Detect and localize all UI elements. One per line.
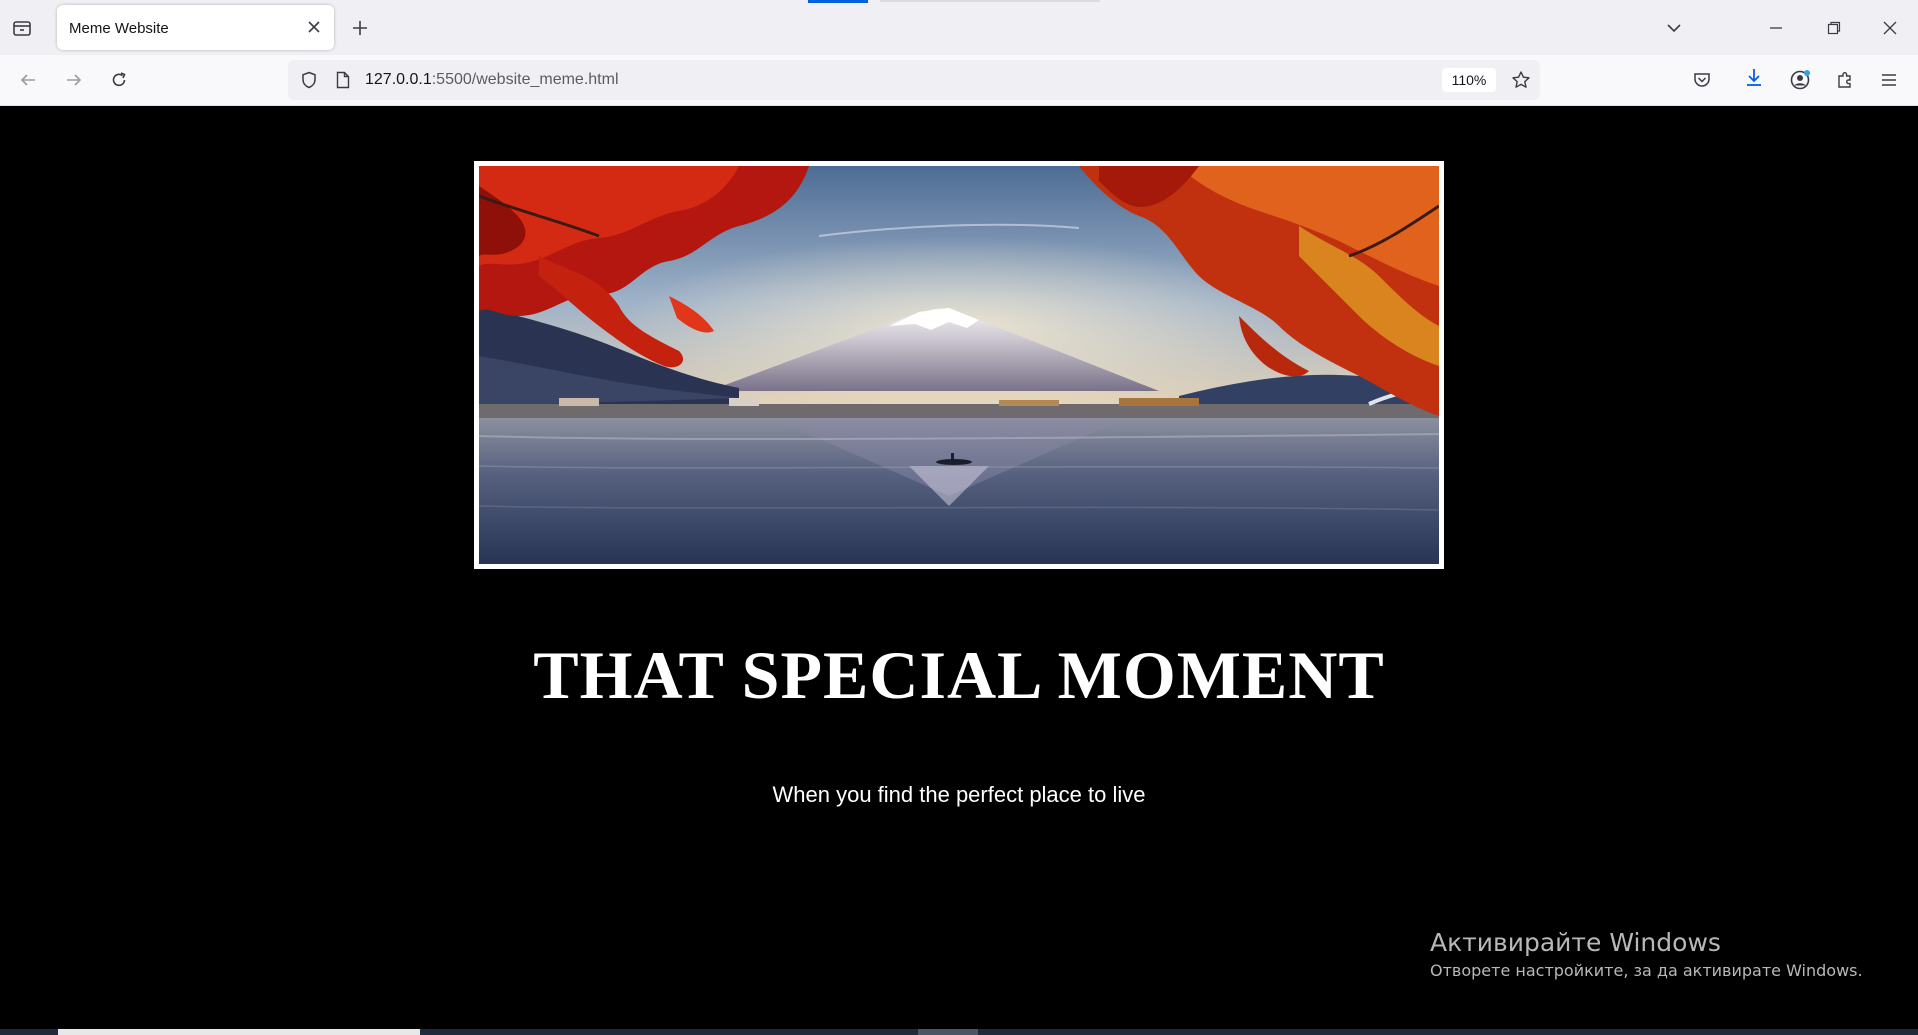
reload-icon[interactable] <box>105 66 133 94</box>
url-path: :5500/website_meme.html <box>431 71 619 88</box>
close-icon[interactable] <box>302 15 326 39</box>
plus-icon[interactable] <box>346 14 374 42</box>
meme-image <box>479 166 1439 564</box>
account-icon[interactable] <box>1786 66 1814 94</box>
taskbar-item[interactable] <box>918 1029 978 1035</box>
tab-strip-shadow <box>880 0 1100 2</box>
url-text[interactable]: 127.0.0.1:5500/website_meme.html <box>365 71 619 89</box>
tab-strip: Meme Website <box>0 0 1918 55</box>
restore-icon[interactable] <box>1820 14 1848 42</box>
page-subline: When you find the perfect place to live <box>772 782 1146 807</box>
page-headline: THAT SPECIAL MOMENT <box>533 637 1385 713</box>
tab-list-icon[interactable] <box>8 14 36 42</box>
puzzle-icon[interactable] <box>1831 66 1859 94</box>
minimize-icon[interactable] <box>1762 14 1790 42</box>
windows-activation-subtitle: Отворете настройките, за да активирате W… <box>1430 961 1863 980</box>
close-window-icon[interactable] <box>1876 14 1904 42</box>
page-icon[interactable] <box>330 67 356 93</box>
meme-image-frame <box>474 161 1444 569</box>
navigation-toolbar: 127.0.0.1:5500/website_meme.html 110% <box>0 55 1918 106</box>
shield-icon[interactable] <box>296 67 322 93</box>
pocket-icon[interactable] <box>1688 66 1716 94</box>
windows-activation-title: Активирайте Windows <box>1430 928 1721 957</box>
url-host: 127.0.0.1 <box>365 71 432 88</box>
page-viewport: THAT SPECIAL MOMENT When you find the pe… <box>0 106 1918 1029</box>
taskbar-item[interactable] <box>58 1029 420 1035</box>
arrow-left-icon[interactable] <box>14 66 42 94</box>
url-bar[interactable]: 127.0.0.1:5500/website_meme.html 110% <box>288 60 1540 100</box>
tab-title: Meme Website <box>69 20 169 37</box>
hamburger-icon[interactable] <box>1875 66 1903 94</box>
zoom-level-button[interactable]: 110% <box>1442 68 1496 92</box>
star-icon[interactable] <box>1508 67 1534 93</box>
arrow-right-icon[interactable] <box>60 66 88 94</box>
download-icon[interactable] <box>1740 64 1768 92</box>
chevron-down-icon[interactable] <box>1660 14 1688 42</box>
tab-strip-indicator <box>808 0 868 3</box>
active-tab[interactable]: Meme Website <box>57 5 334 50</box>
taskbar <box>0 1029 1918 1035</box>
